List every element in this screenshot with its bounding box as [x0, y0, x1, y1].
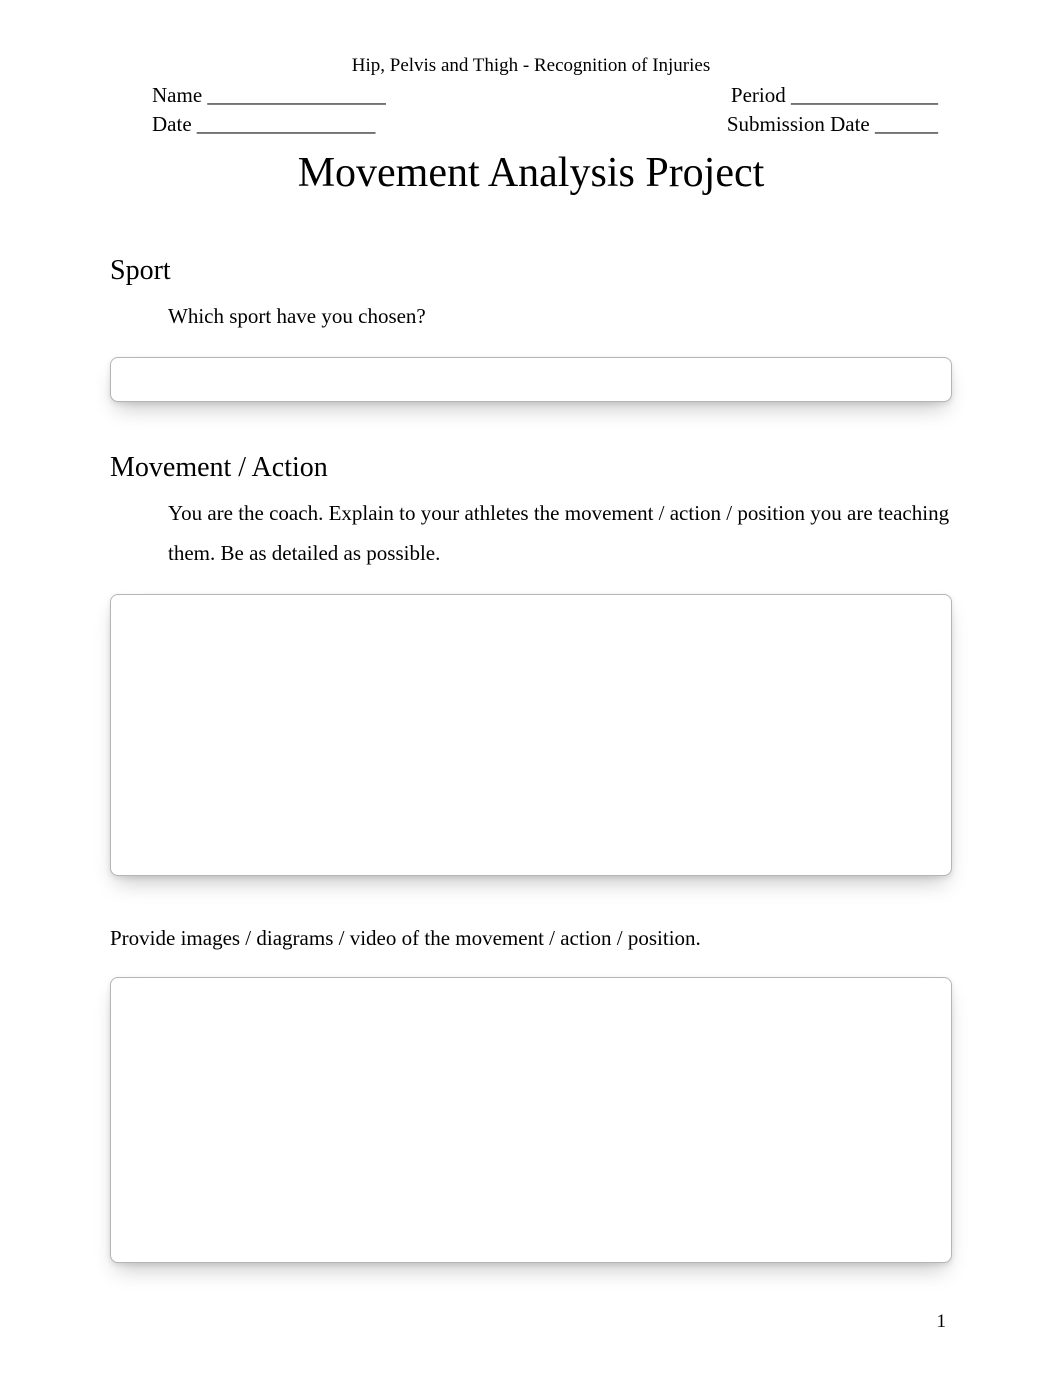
page-number: 1 [937, 1311, 947, 1333]
section-heading-sport: Sport [110, 255, 952, 287]
section-prompt-sport: Which sport have you chosen? [110, 297, 952, 337]
period-field-label[interactable]: Period ______________ [731, 83, 952, 108]
info-row-1: Name _________________ Period __________… [110, 83, 952, 108]
name-field-label[interactable]: Name _________________ [110, 83, 386, 108]
submission-date-field-label[interactable]: Submission Date ______ [727, 112, 952, 137]
section-prompt-images: Provide images / diagrams / video of the… [110, 926, 952, 951]
page-title: Movement Analysis Project [110, 149, 952, 197]
section-prompt-movement: You are the coach. Explain to your athle… [110, 494, 952, 574]
date-field-label[interactable]: Date _________________ [110, 112, 375, 137]
answer-box-movement[interactable] [110, 594, 952, 876]
info-row-2: Date _________________ Submission Date _… [110, 112, 952, 137]
answer-box-images[interactable] [110, 977, 952, 1263]
answer-box-sport[interactable] [110, 357, 952, 402]
section-heading-movement: Movement / Action [110, 452, 952, 484]
header-subject: Hip, Pelvis and Thigh - Recognition of I… [110, 55, 952, 77]
